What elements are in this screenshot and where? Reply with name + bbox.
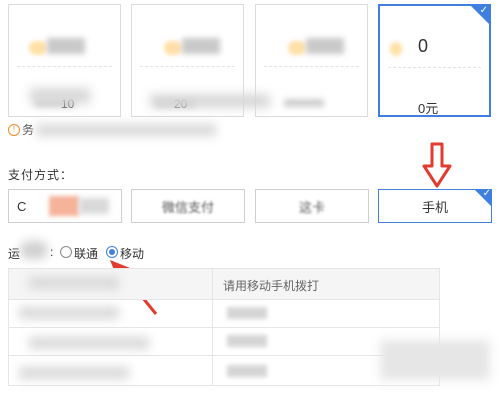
notice-text-blurred	[36, 124, 216, 136]
carrier-label-fragment: 运	[8, 247, 21, 261]
recharge-card-3[interactable]	[255, 4, 368, 117]
card-amount-blurred	[47, 38, 85, 54]
table-cell-blurred	[29, 277, 119, 289]
check-icon: ✓	[482, 188, 491, 199]
pay-option-wechat[interactable]: 微信支付	[131, 189, 245, 223]
table-cell-blurred	[227, 307, 267, 319]
pay-option-label: 微信支付	[161, 199, 214, 215]
carrier-label-colon: :	[50, 245, 54, 259]
number-table: 请用移动手机拨打	[8, 268, 440, 386]
card-amount-blurred	[182, 38, 220, 54]
redacted-blur	[150, 94, 270, 108]
pay-option-card[interactable]: 这卡	[255, 189, 369, 223]
redacted-blur	[380, 340, 490, 380]
payment-method-label: 支付方式：	[8, 168, 74, 182]
carrier-label-blurred	[20, 241, 48, 259]
table-cell-blurred	[19, 367, 129, 379]
table-cell-blurred	[227, 335, 267, 347]
pay-option-label: C	[17, 199, 27, 214]
card-amount-blurred	[306, 38, 344, 54]
check-icon: ✓	[479, 5, 488, 16]
redacted-blur	[30, 88, 90, 104]
card-amount: 0	[418, 36, 429, 56]
redacted-blur	[79, 198, 109, 214]
notice-text-fragment: 务	[22, 123, 35, 137]
table-cell-blurred	[29, 337, 149, 349]
table-row-divider	[9, 327, 439, 328]
recharge-card-4-selected[interactable]: ✓ 0 0元	[378, 4, 491, 117]
radio-unicom[interactable]	[60, 246, 72, 258]
card-price: 0元	[418, 101, 439, 116]
card-divider	[264, 66, 359, 67]
card-price-blurred	[284, 99, 324, 107]
coin-icon	[390, 42, 402, 56]
annotation-down-arrow	[422, 142, 452, 188]
coin-icon	[288, 41, 306, 55]
table-cell-blurred	[19, 307, 119, 319]
radio-unicom-label: 联通	[74, 247, 99, 261]
table-row-divider	[9, 355, 439, 356]
table-col2-header: 请用移动手机拨打	[223, 279, 320, 293]
pay-option-label: 这卡	[298, 199, 325, 215]
pay-option-label: 手机	[421, 199, 448, 215]
info-icon: !	[8, 124, 20, 136]
card-divider	[140, 66, 235, 67]
redacted-blur	[49, 196, 79, 216]
coin-icon	[29, 41, 47, 55]
pay-option-1[interactable]: C	[8, 189, 122, 223]
table-cell-blurred	[227, 365, 267, 377]
pay-option-mobile[interactable]: ✓ 手机	[378, 188, 492, 223]
card-divider	[388, 67, 481, 68]
coin-icon	[164, 41, 182, 55]
card-divider	[17, 66, 112, 67]
